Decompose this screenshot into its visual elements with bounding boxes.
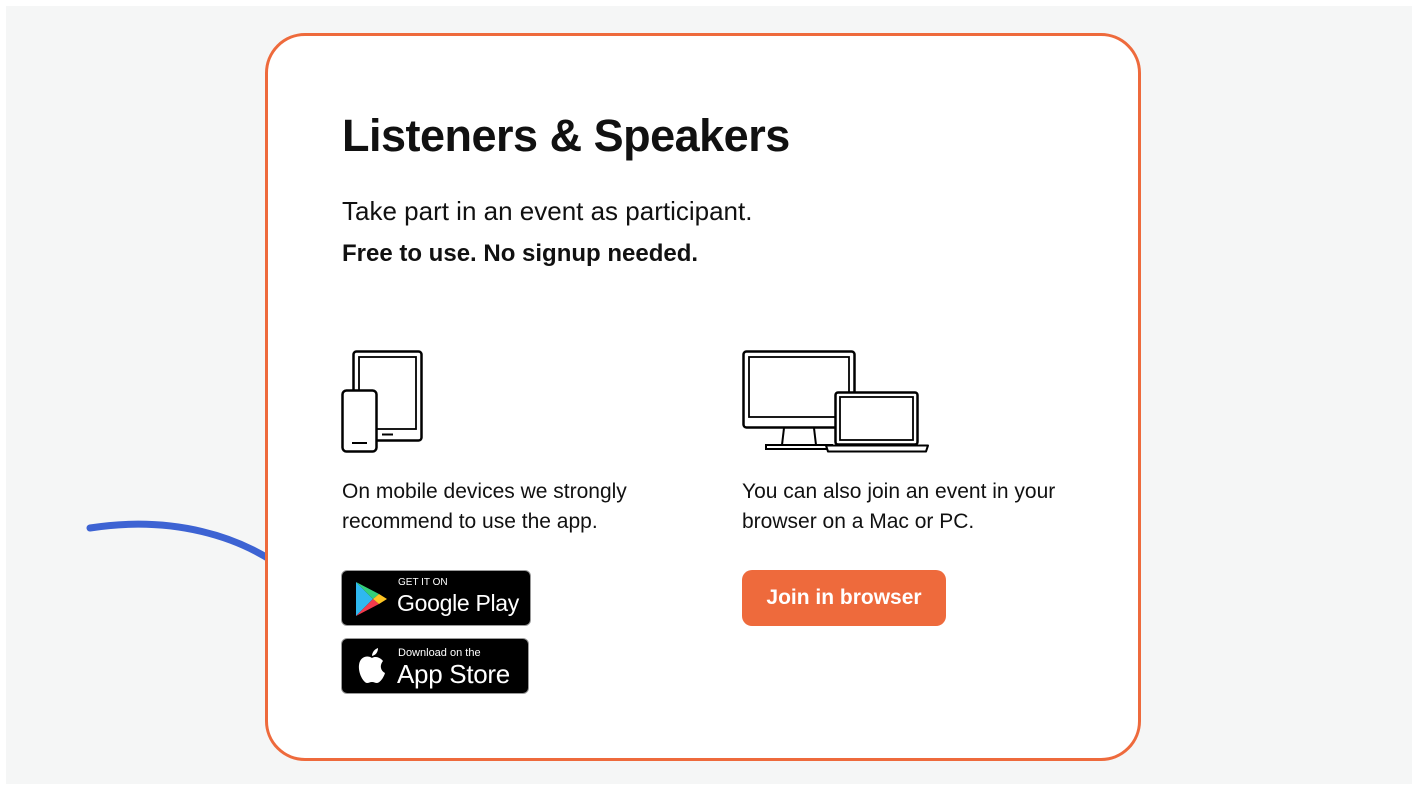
google-play-small-label: GET IT ON — [398, 577, 448, 588]
google-play-badge[interactable]: GET IT ON Google Play — [341, 570, 531, 626]
listeners-speakers-card: Listeners & Speakers Take part in an eve… — [265, 33, 1141, 761]
card-title: Listeners & Speakers — [342, 110, 790, 161]
desktop-laptop-icon — [740, 349, 930, 460]
apple-icon — [358, 648, 385, 683]
mobile-recommendation-text: On mobile devices we strongly recommend … — [342, 480, 627, 533]
card-subtitle: Take part in an event as participant. — [342, 196, 753, 226]
google-play-label: Google Play — [397, 590, 519, 616]
app-store-badge[interactable]: Download on the App Store — [341, 638, 529, 694]
card-subtitle-bold: Free to use. No signup needed. — [342, 240, 699, 267]
tablet-phone-icon — [340, 349, 424, 460]
desktop-browser-text: You can also join an event in your brows… — [742, 480, 1056, 533]
join-in-browser-button[interactable]: Join in browser — [742, 570, 946, 626]
app-store-small-label: Download on the — [398, 647, 481, 659]
app-store-label: App Store — [397, 659, 510, 689]
google-play-icon — [356, 582, 387, 616]
